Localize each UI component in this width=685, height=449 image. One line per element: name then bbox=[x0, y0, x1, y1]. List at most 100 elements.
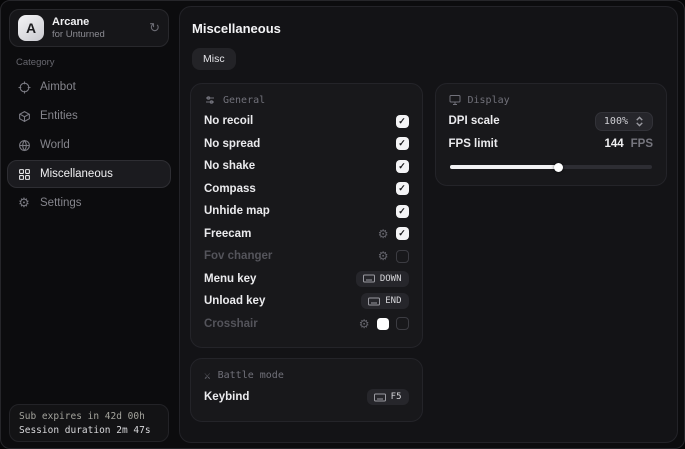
sidebar-item-settings[interactable]: ⚙ Settings bbox=[7, 189, 171, 217]
checkbox[interactable]: ✓ bbox=[396, 160, 409, 173]
setting-label: Menu key bbox=[204, 273, 256, 285]
sidebar: A Arcane for Unturned ↻ Category Aimbot … bbox=[1, 1, 179, 448]
sidebar-item-label: Settings bbox=[40, 197, 82, 209]
crosshair-icon bbox=[17, 80, 31, 94]
gear-icon[interactable]: ⚙ bbox=[378, 250, 389, 262]
sidebar-nav: Aimbot Entities World Miscellaneous bbox=[7, 73, 171, 217]
sub-expiry-text: Sub expires in 42d 00h bbox=[19, 410, 159, 424]
setting-label: Unhide map bbox=[204, 205, 270, 217]
sidebar-item-miscellaneous[interactable]: Miscellaneous bbox=[7, 160, 171, 188]
gear-icon[interactable]: ⚙ bbox=[359, 318, 370, 330]
dpi-scale-value: 100% bbox=[604, 116, 628, 127]
checkbox[interactable]: ✓ bbox=[396, 205, 409, 218]
display-card: Display DPI scale 100% FPS limit bbox=[435, 83, 668, 186]
subscription-card: Sub expires in 42d 00h Session duration … bbox=[9, 404, 169, 442]
brand-text: Arcane for Unturned bbox=[52, 16, 105, 40]
sidebar-item-label: Miscellaneous bbox=[40, 168, 113, 180]
swords-icon: ⚔ bbox=[204, 369, 211, 382]
checkbox[interactable] bbox=[396, 317, 409, 330]
battle-mode-card: ⚔ Battle mode Keybind F5 bbox=[190, 358, 423, 422]
keybind-value: F5 bbox=[391, 392, 402, 402]
app-window: A Arcane for Unturned ↻ Category Aimbot … bbox=[0, 0, 685, 449]
setting-label: Crosshair bbox=[204, 318, 258, 330]
sidebar-item-world[interactable]: World bbox=[7, 131, 171, 159]
keyboard-icon bbox=[368, 297, 380, 306]
sidebar-item-label: World bbox=[40, 139, 70, 151]
color-swatch[interactable] bbox=[377, 318, 389, 330]
keyboard-icon bbox=[363, 274, 375, 283]
dpi-scale-select[interactable]: 100% bbox=[595, 112, 653, 131]
sliders-icon bbox=[204, 94, 216, 106]
setting-row-no-spread: No spread ✓ bbox=[204, 133, 409, 156]
setting-label: No recoil bbox=[204, 115, 253, 127]
general-card-title: General bbox=[223, 95, 265, 106]
keybind-button[interactable]: DOWN bbox=[356, 271, 409, 287]
page-title: Miscellaneous bbox=[192, 21, 667, 36]
keybind-value: DOWN bbox=[380, 274, 402, 284]
setting-label: Unload key bbox=[204, 295, 265, 307]
sidebar-item-entities[interactable]: Entities bbox=[7, 102, 171, 130]
app-subtitle: for Unturned bbox=[52, 29, 105, 40]
fps-limit-value: 144 bbox=[604, 138, 623, 150]
battle-mode-card-header: ⚔ Battle mode bbox=[204, 369, 409, 382]
display-card-header: Display bbox=[449, 94, 654, 106]
setting-row-menu-key: Menu key DOWN bbox=[204, 268, 409, 291]
right-column: Display DPI scale 100% FPS limit bbox=[435, 83, 668, 186]
keybind-button[interactable]: END bbox=[361, 293, 408, 309]
checkbox[interactable]: ✓ bbox=[396, 137, 409, 150]
keybind-button[interactable]: F5 bbox=[367, 389, 409, 405]
fps-slider-thumb[interactable] bbox=[554, 163, 563, 172]
brand-card: A Arcane for Unturned ↻ bbox=[9, 9, 169, 47]
setting-label: FPS limit bbox=[449, 138, 498, 150]
setting-row-crosshair: Crosshair ⚙ bbox=[204, 313, 409, 336]
gear-icon: ⚙ bbox=[17, 196, 31, 210]
setting-row-no-recoil: No recoil ✓ bbox=[204, 110, 409, 133]
setting-label: No spread bbox=[204, 138, 260, 150]
setting-row-freecam: Freecam ⚙ ✓ bbox=[204, 223, 409, 246]
setting-label: Compass bbox=[204, 183, 256, 195]
setting-label: DPI scale bbox=[449, 115, 500, 127]
gear-icon[interactable]: ⚙ bbox=[378, 228, 389, 240]
setting-row-no-shake: No shake ✓ bbox=[204, 155, 409, 178]
cube-icon bbox=[17, 109, 31, 123]
fps-slider-fill bbox=[450, 165, 559, 169]
keybind-value: END bbox=[385, 296, 401, 306]
setting-row-fov-changer: Fov changer ⚙ bbox=[204, 245, 409, 268]
sidebar-item-label: Aimbot bbox=[40, 81, 76, 93]
session-duration-text: Session duration 2m 47s bbox=[19, 424, 159, 437]
refresh-icon[interactable]: ↻ bbox=[149, 20, 160, 36]
grid-icon bbox=[17, 167, 31, 181]
checkbox[interactable]: ✓ bbox=[396, 227, 409, 240]
battle-mode-card-title: Battle mode bbox=[218, 370, 284, 381]
setting-row-compass: Compass ✓ bbox=[204, 178, 409, 201]
setting-row-unload-key: Unload key END bbox=[204, 290, 409, 313]
checkbox[interactable] bbox=[396, 250, 409, 263]
setting-label: Freecam bbox=[204, 228, 251, 240]
sidebar-item-aimbot[interactable]: Aimbot bbox=[7, 73, 171, 101]
left-column: General No recoil ✓ No spread ✓ No shake… bbox=[190, 83, 423, 422]
keyboard-icon bbox=[374, 393, 386, 402]
content-columns: General No recoil ✓ No spread ✓ No shake… bbox=[190, 83, 667, 422]
chevrons-up-down-icon bbox=[635, 116, 644, 127]
setting-label: Fov changer bbox=[204, 250, 272, 262]
globe-icon bbox=[17, 138, 31, 152]
setting-row-fps-limit: FPS limit 144 FPS bbox=[449, 133, 654, 156]
setting-row-unhide-map: Unhide map ✓ bbox=[204, 200, 409, 223]
fps-limit-slider[interactable] bbox=[450, 165, 653, 169]
category-label: Category bbox=[16, 57, 55, 68]
tab-misc[interactable]: Misc bbox=[192, 48, 236, 70]
checkbox[interactable]: ✓ bbox=[396, 115, 409, 128]
general-card-header: General bbox=[204, 94, 409, 106]
app-logo: A bbox=[18, 15, 44, 41]
setting-row-keybind: Keybind F5 bbox=[204, 386, 409, 409]
fps-limit-unit: FPS bbox=[631, 138, 653, 150]
setting-label: Keybind bbox=[204, 391, 249, 403]
general-card: General No recoil ✓ No spread ✓ No shake… bbox=[190, 83, 423, 348]
setting-row-dpi-scale: DPI scale 100% bbox=[449, 110, 654, 133]
display-card-title: Display bbox=[468, 95, 510, 106]
main-panel: Miscellaneous Misc General No recoil ✓ N… bbox=[179, 6, 678, 443]
setting-label: No shake bbox=[204, 160, 255, 172]
app-title: Arcane bbox=[52, 16, 105, 29]
monitor-icon bbox=[449, 94, 461, 106]
checkbox[interactable]: ✓ bbox=[396, 182, 409, 195]
